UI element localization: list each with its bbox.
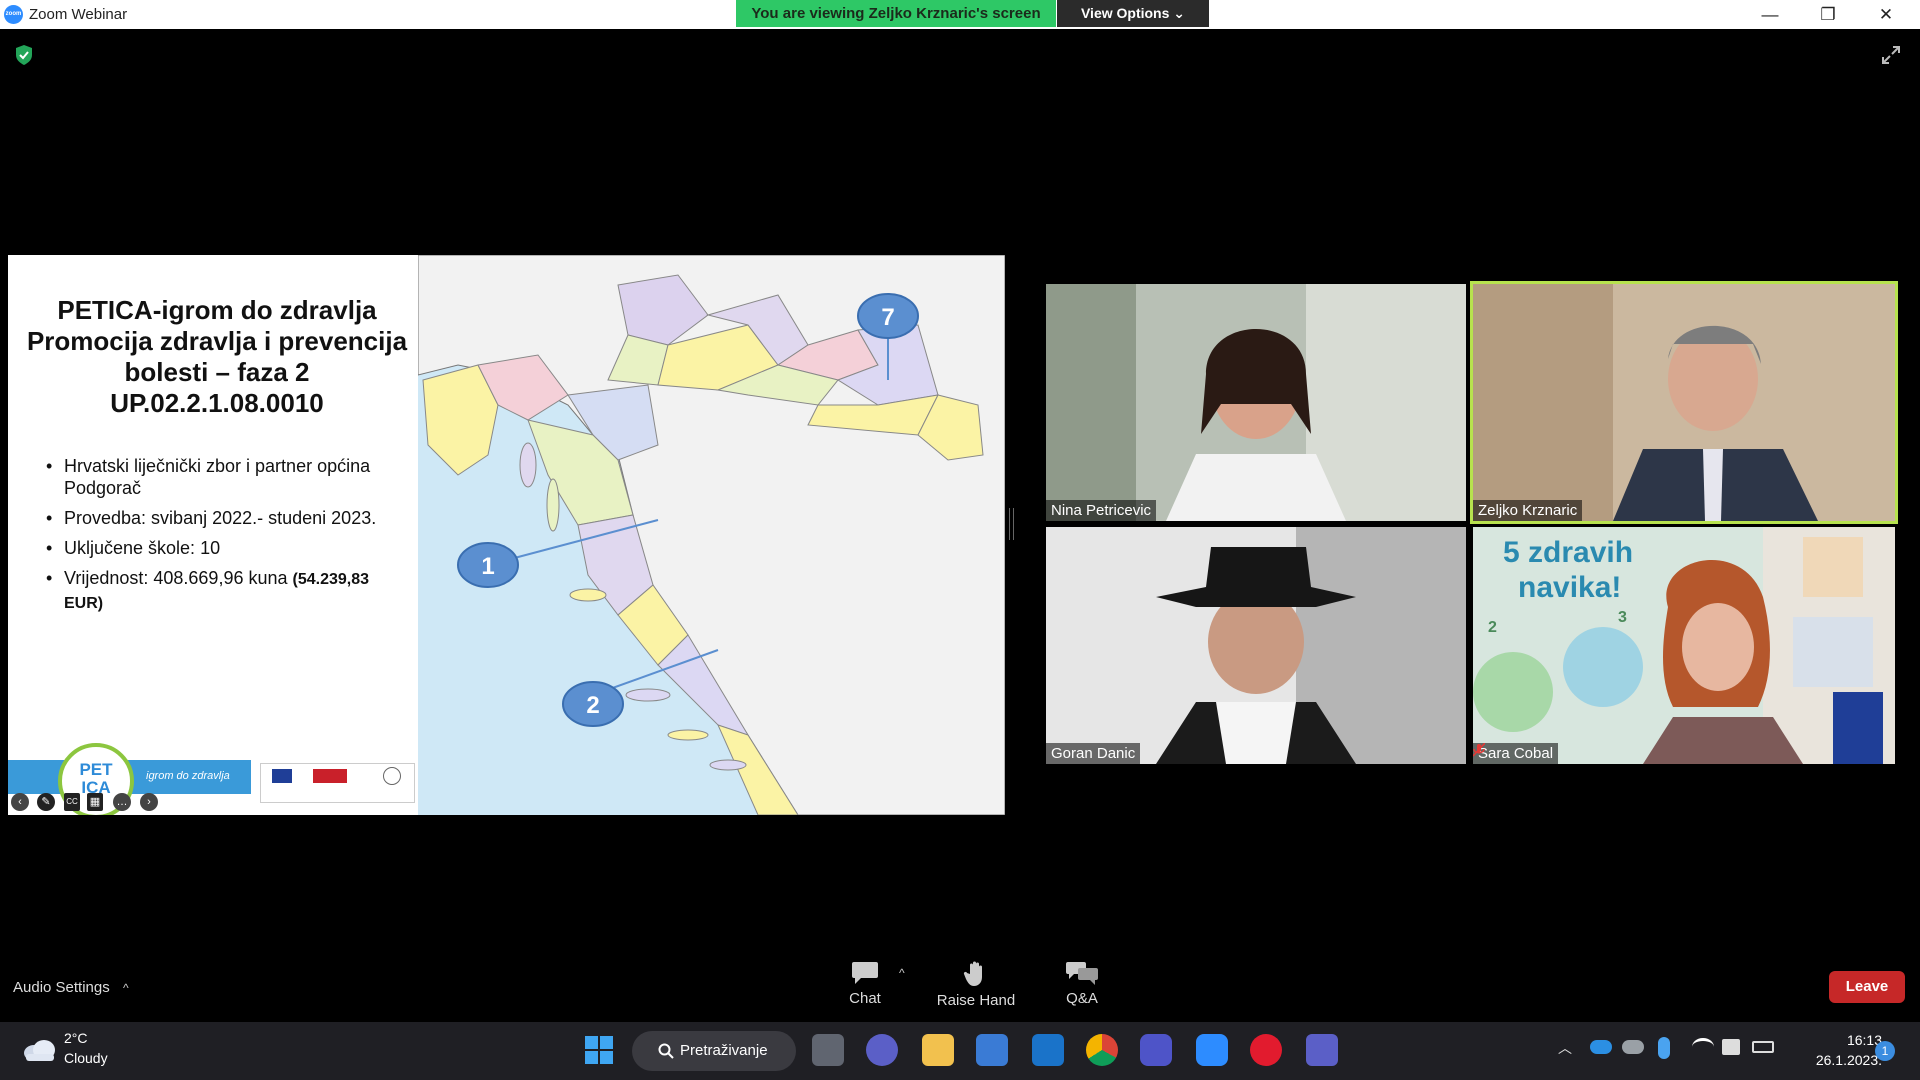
participant-name: Sara Cobal [1473, 743, 1559, 764]
croatia-county-map: 1 2 7 [418, 255, 1005, 815]
svg-text:7: 7 [881, 304, 894, 331]
opera-icon[interactable] [1250, 1034, 1282, 1066]
file-explorer-icon[interactable] [922, 1034, 954, 1066]
audio-settings-button[interactable]: Audio Settings [13, 979, 110, 996]
clock-time[interactable]: 16:13 [1812, 1032, 1882, 1048]
search-icon [658, 1043, 674, 1059]
security-shield-icon[interactable] [14, 44, 34, 66]
weather-description[interactable]: Cloudy [64, 1050, 108, 1066]
participant-video: 5 zdravih navika! 2 3 [1473, 527, 1895, 764]
participant-video [1046, 284, 1466, 521]
participant-name: Zeljko Krznaric [1473, 500, 1583, 521]
ministry-logo-icon [383, 767, 401, 785]
taskbar-search[interactable]: Pretraživanje [632, 1031, 796, 1071]
minimize-button[interactable]: — [1742, 0, 1798, 29]
task-view-icon[interactable] [812, 1034, 844, 1066]
list-item: Provedba: svibanj 2022.- studeni 2023. [44, 507, 404, 529]
esf-logo-icon [313, 769, 347, 783]
previous-slide-icon[interactable]: ‹ [11, 793, 29, 811]
eu-flag-icon [272, 769, 292, 783]
restore-button[interactable]: ❐ [1800, 0, 1856, 29]
next-slide-icon[interactable]: › [140, 793, 158, 811]
video-tile-zeljko-krznaric[interactable]: Zeljko Krznaric [1470, 281, 1898, 524]
map-marker-7: 7 [857, 293, 919, 339]
weather-temperature[interactable]: 2°C [64, 1030, 88, 1046]
muted-microphone-icon [1473, 743, 1485, 757]
battery-icon[interactable] [1752, 1041, 1774, 1053]
presentation-slide: PETICA-igrom do zdravlja Promocija zdrav… [8, 255, 1005, 815]
backdrop-text: navika! [1518, 571, 1621, 604]
video-tile-sara-cobal[interactable]: 5 zdravih navika! 2 3 Sara Cobal [1473, 527, 1895, 764]
microphone-icon[interactable] [1658, 1037, 1670, 1059]
participant-name: Nina Petricevic [1046, 500, 1157, 521]
title-bar: zoom Zoom Webinar You are viewing Zeljko… [0, 0, 1920, 29]
more-options-icon[interactable]: … [113, 793, 131, 811]
copilot-icon[interactable] [1140, 1034, 1172, 1066]
fullscreen-icon[interactable] [1880, 44, 1902, 66]
zoom-app-icon: zoom [4, 5, 23, 24]
window-title: Zoom Webinar [29, 6, 128, 23]
teams-chat-icon[interactable] [866, 1034, 898, 1066]
slide-text-panel: PETICA-igrom do zdravlja Promocija zdrav… [8, 255, 418, 815]
map-marker-2: 2 [562, 681, 624, 727]
backdrop-text: 3 [1618, 609, 1627, 626]
list-item: Vrijednost: 408.669,96 kuna (54.239,83 E… [44, 567, 404, 615]
clock-date[interactable]: 26.1.2023. [1796, 1052, 1882, 1068]
view-options-button[interactable]: View Options ⌄ [1057, 0, 1209, 27]
microsoft-teams-icon[interactable] [1306, 1034, 1338, 1066]
list-item: Hrvatski liječnički zbor i partner općin… [44, 455, 404, 499]
microsoft-store-icon[interactable] [976, 1034, 1008, 1066]
video-tile-goran-danic[interactable]: Goran Danic [1046, 527, 1466, 764]
onedrive-icon[interactable] [1590, 1040, 1612, 1054]
svg-text:1: 1 [481, 553, 494, 580]
qa-button[interactable]: Q&A [1032, 960, 1132, 1020]
slide-bullet-list: Hrvatski liječnički zbor i partner općin… [44, 455, 404, 623]
close-button[interactable]: ✕ [1858, 0, 1914, 29]
onedrive-error-icon[interactable] [1622, 1040, 1644, 1054]
leave-button[interactable]: Leave [1829, 971, 1905, 1003]
participant-name: Goran Danic [1046, 743, 1141, 764]
mail-icon[interactable] [1032, 1034, 1064, 1066]
cloudy-weather-icon[interactable] [22, 1038, 56, 1062]
windows-start-icon[interactable] [584, 1035, 614, 1065]
windows-taskbar: 2°C Cloudy Pretraživanje ︿ 16:13 26.1.20… [0, 1022, 1920, 1080]
chrome-icon[interactable] [1086, 1034, 1118, 1066]
participant-video [1046, 527, 1466, 764]
slide-title: PETICA-igrom do zdravlja Promocija zdrav… [26, 295, 408, 418]
chat-options-caret-icon[interactable]: ^ [899, 966, 905, 980]
volume-icon[interactable] [1722, 1039, 1740, 1055]
video-tile-nina-petricevic[interactable]: Nina Petricevic [1046, 284, 1466, 521]
backdrop-text: 2 [1488, 619, 1497, 636]
qa-icon [1066, 962, 1098, 985]
raise-hand-button[interactable]: Raise Hand [926, 960, 1026, 1020]
viewing-screen-banner: You are viewing Zeljko Krznaric's screen [736, 0, 1056, 27]
show-hidden-icons-icon[interactable]: ︿ [1558, 1038, 1572, 1058]
audio-settings-caret-icon[interactable]: ^ [123, 981, 129, 995]
slides-grid-icon[interactable]: ▦ [87, 793, 103, 811]
backdrop-text: 5 zdravih [1503, 536, 1633, 569]
chat-icon [852, 962, 878, 984]
wifi-icon[interactable] [1692, 1038, 1714, 1056]
notification-badge[interactable]: 1 [1875, 1041, 1895, 1061]
logo-tagline: igrom do zdravlja [146, 770, 230, 782]
zoom-taskbar-icon[interactable] [1196, 1034, 1228, 1066]
participant-video [1473, 284, 1895, 521]
petica-logo-text: PET ICA [79, 760, 113, 797]
raise-hand-icon [963, 961, 982, 986]
map-marker-1: 1 [457, 542, 519, 588]
pen-icon[interactable]: ✎ [37, 793, 55, 811]
zoom-webinar-window: zoom Zoom Webinar You are viewing Zeljko… [0, 0, 1920, 1080]
resize-handle[interactable] [1009, 508, 1014, 540]
svg-text:2: 2 [586, 692, 599, 719]
captions-icon[interactable]: CC [64, 793, 80, 811]
list-item: Uključene škole: 10 [44, 537, 404, 559]
